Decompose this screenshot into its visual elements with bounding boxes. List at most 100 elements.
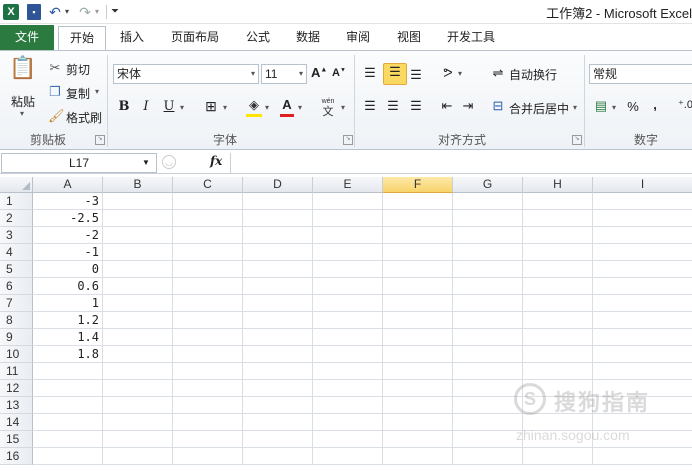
tab-file[interactable]: 文件 [0,25,54,50]
cell-d15[interactable] [243,431,313,447]
font-size-select[interactable]: 11 ▾ [261,64,307,84]
percent-style-button[interactable]: % [626,99,640,114]
cell-g4[interactable] [453,244,523,260]
cell-c7[interactable] [173,295,243,311]
row-header-5[interactable]: 5 [0,261,33,278]
cell-f3[interactable] [383,227,453,243]
cell-d3[interactable] [243,227,313,243]
cell-g3[interactable] [453,227,523,243]
wrap-text-button[interactable]: 自动换行 [509,66,557,83]
cell-g7[interactable] [453,295,523,311]
merge-center-icon[interactable]: ⊟ [490,98,506,114]
grow-font-icon[interactable]: A▲ [311,65,327,80]
increase-decimal-icon[interactable]: ⁺.0 [678,98,692,111]
cell-h11[interactable] [523,363,593,379]
row-header-12[interactable]: 12 [0,380,33,397]
bold-button[interactable]: B [117,99,131,114]
cell-a14[interactable] [33,414,103,430]
accounting-format-icon[interactable]: ▤ [592,98,610,114]
save-icon[interactable]: ▪ [27,4,41,20]
column-header-h[interactable]: H [523,177,593,193]
cell-b11[interactable] [103,363,173,379]
cell-h1[interactable] [523,193,593,209]
cell-h9[interactable] [523,329,593,345]
column-header-b[interactable]: B [103,177,173,193]
cell-b1[interactable] [103,193,173,209]
cell-d11[interactable] [243,363,313,379]
increase-indent-icon[interactable]: ⇥ [460,98,476,114]
cell-f12[interactable] [383,380,453,396]
cut-button[interactable]: 剪切 [66,61,90,78]
cell-a11[interactable] [33,363,103,379]
cell-i8[interactable] [593,312,692,328]
chevron-down-icon[interactable]: ▼ [142,158,150,167]
align-top-icon[interactable]: ☰ [362,65,378,81]
cell-e7[interactable] [313,295,383,311]
cell-a16[interactable] [33,448,103,464]
comma-style-button[interactable]: , [650,97,660,112]
cut-icon[interactable]: ✂ [48,60,62,76]
cell-e5[interactable] [313,261,383,277]
cell-c10[interactable] [173,346,243,362]
cell-f7[interactable] [383,295,453,311]
cell-b7[interactable] [103,295,173,311]
cell-h10[interactable] [523,346,593,362]
row-header-13[interactable]: 13 [0,397,33,414]
clipboard-launcher-icon[interactable]: ↘ [95,135,105,145]
cell-f6[interactable] [383,278,453,294]
cell-b15[interactable] [103,431,173,447]
wrap-text-icon[interactable]: ⇌ [490,65,506,81]
font-name-select[interactable]: 宋体 ▾ [113,64,259,84]
cell-c1[interactable] [173,193,243,209]
cell-g9[interactable] [453,329,523,345]
cell-f14[interactable] [383,414,453,430]
column-header-a[interactable]: A [33,177,103,193]
cell-e1[interactable] [313,193,383,209]
cell-c4[interactable] [173,244,243,260]
cell-d2[interactable] [243,210,313,226]
cell-a5[interactable]: 0 [33,261,103,277]
cell-b4[interactable] [103,244,173,260]
cell-d10[interactable] [243,346,313,362]
fill-color-dropdown-icon[interactable]: ▾ [265,103,269,112]
redo-dropdown-icon[interactable]: ▾ [93,4,101,20]
fill-color-icon[interactable]: ◈ [246,97,262,117]
cell-f16[interactable] [383,448,453,464]
cell-d4[interactable] [243,244,313,260]
cell-i10[interactable] [593,346,692,362]
cell-i16[interactable] [593,448,692,464]
cell-e9[interactable] [313,329,383,345]
align-left-icon[interactable]: ☰ [362,98,378,114]
cell-i11[interactable] [593,363,692,379]
cell-i7[interactable] [593,295,692,311]
row-header-9[interactable]: 9 [0,329,33,346]
cell-a2[interactable]: -2.5 [33,210,103,226]
cell-e16[interactable] [313,448,383,464]
cell-e11[interactable] [313,363,383,379]
cell-b12[interactable] [103,380,173,396]
copy-dropdown-icon[interactable]: ▾ [95,87,99,96]
cell-d1[interactable] [243,193,313,209]
cell-d13[interactable] [243,397,313,413]
cell-c8[interactable] [173,312,243,328]
row-header-2[interactable]: 2 [0,210,33,227]
column-header-c[interactable]: C [173,177,243,193]
cell-e10[interactable] [313,346,383,362]
cell-b6[interactable] [103,278,173,294]
cell-g8[interactable] [453,312,523,328]
number-format-select[interactable]: 常规 [589,64,692,84]
cell-h2[interactable] [523,210,593,226]
cell-c3[interactable] [173,227,243,243]
cell-c9[interactable] [173,329,243,345]
cell-e14[interactable] [313,414,383,430]
cell-d7[interactable] [243,295,313,311]
format-painter-button[interactable]: 格式刷 [66,109,102,126]
undo-dropdown-icon[interactable]: ▾ [63,4,71,20]
cell-e8[interactable] [313,312,383,328]
cell-d9[interactable] [243,329,313,345]
paste-icon[interactable]: 📋 [9,55,37,85]
excel-logo-icon[interactable]: X [3,4,19,20]
cell-c12[interactable] [173,380,243,396]
paste-dropdown-icon[interactable]: ▾ [20,109,24,118]
cell-f4[interactable] [383,244,453,260]
